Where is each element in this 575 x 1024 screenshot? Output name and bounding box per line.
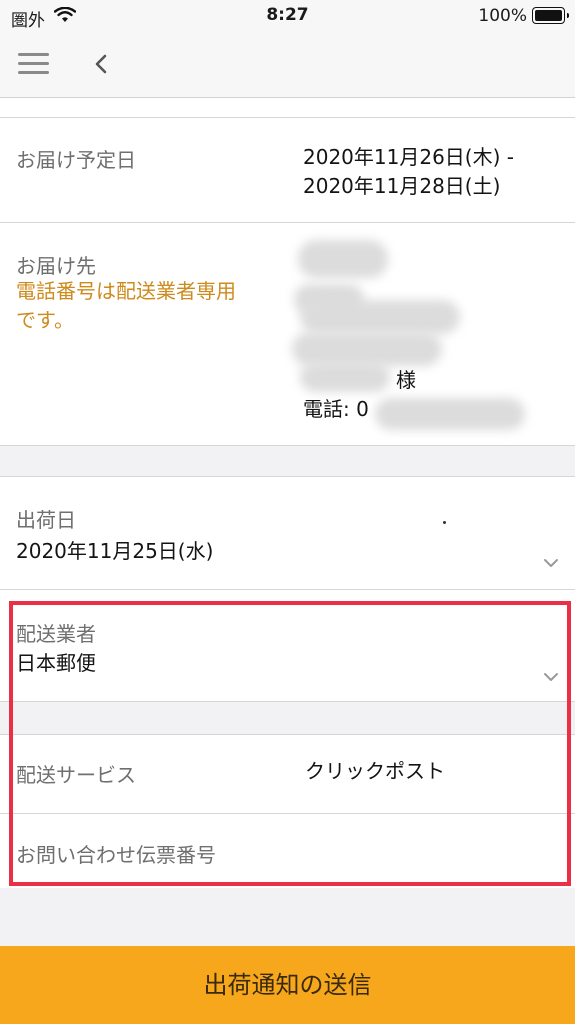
battery-percentage: 100% [478,6,527,26]
divider [0,589,575,590]
recipient-honorific: 様 [396,368,416,392]
highlight-box [9,601,571,886]
phone-note-line-2: です。 [16,308,74,332]
delivery-address-label: お届け先 [16,254,96,278]
phone-note-line-1: 電話番号は配送業者専用 [16,279,236,303]
delivery-info-section: お届け予定日 2020年11月26日(木) - 2020年11月28日(土) お… [0,118,575,446]
submit-shipping-notification-button[interactable]: 出荷通知の送信 [0,946,575,1024]
ship-date-value[interactable]: 2020年11月25日(水) [16,537,213,566]
delivery-date-line-2: 2020年11月28日(土) [303,174,501,198]
ship-date-label: 出荷日 [16,508,76,532]
navigation-bar [0,32,575,98]
delivery-date-line-1: 2020年11月26日(木) - [303,145,514,169]
back-chevron-icon[interactable] [92,53,110,75]
delivery-date-label: お届け予定日 [16,148,136,172]
divider [0,222,575,223]
battery-icon [532,7,569,24]
chevron-down-icon[interactable] [542,557,560,569]
status-bar: 圏外 8:27 100% [0,0,575,32]
recipient-phone: 電話: 0 [303,397,369,421]
hamburger-menu-icon[interactable] [18,53,49,75]
top-spacer [0,98,575,118]
